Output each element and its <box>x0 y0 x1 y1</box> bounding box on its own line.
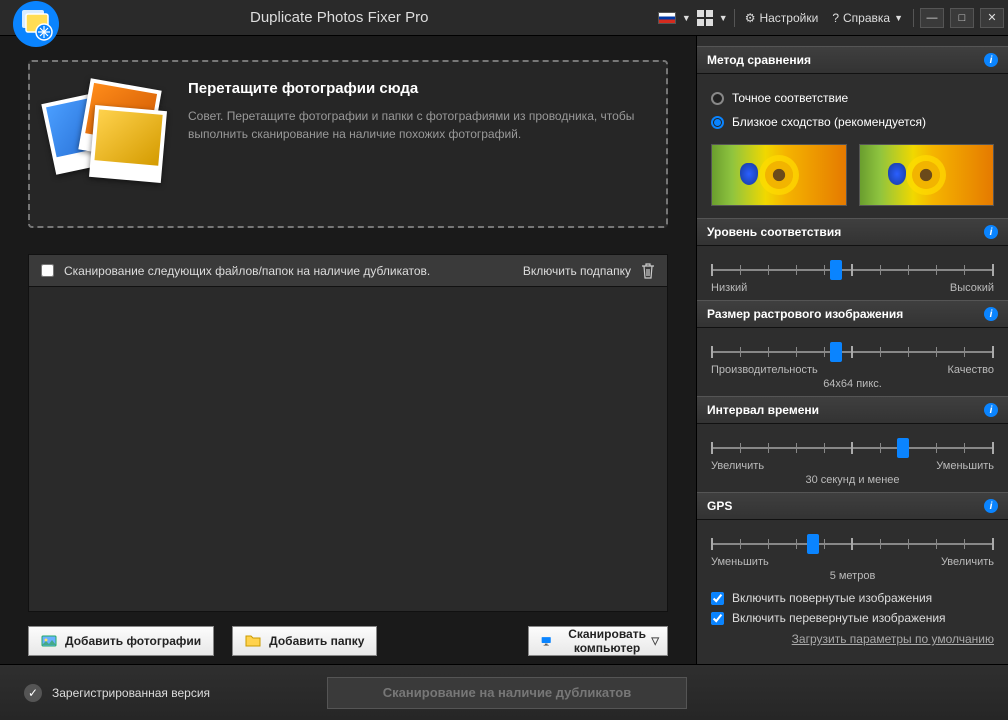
footer: ✓ Зарегистрированная версия Сканирование… <box>0 664 1008 720</box>
match-level-slider[interactable] <box>711 264 994 276</box>
radio-icon <box>711 116 724 129</box>
section-match-level: Уровень соответствия i <box>697 218 1008 246</box>
radio-icon <box>711 92 724 105</box>
preview-image-left <box>711 144 847 206</box>
info-icon[interactable]: i <box>984 53 998 67</box>
dropzone-heading: Перетащите фотографии сюда <box>188 80 648 97</box>
registered-status: ✓ Зарегистрированная версия <box>24 684 210 702</box>
photo-icon <box>41 633 57 649</box>
radio-exact-match[interactable]: Точное соответствие <box>711 86 994 110</box>
info-icon[interactable]: i <box>984 403 998 417</box>
include-subfolder-label: Включить подпапку <box>523 264 631 278</box>
include-rotated-checkbox[interactable] <box>711 592 724 605</box>
info-icon[interactable]: i <box>984 225 998 239</box>
chevron-down-icon: ▽ <box>651 636 659 647</box>
minimize-button[interactable]: — <box>920 8 944 28</box>
load-defaults-link[interactable]: Загрузить параметры по умолчанию <box>697 628 1008 650</box>
section-compare-method: Метод сравнения i <box>697 46 1008 74</box>
add-folder-label: Добавить папку <box>269 634 364 648</box>
scanlist-heading: Сканирование следующих файлов/папок на н… <box>64 264 513 278</box>
add-photos-button[interactable]: Добавить фотографии <box>28 626 214 656</box>
gps-slider[interactable] <box>711 538 994 550</box>
help-icon: ? <box>832 11 839 25</box>
include-flipped-checkbox[interactable] <box>711 612 724 625</box>
trash-icon[interactable] <box>641 263 655 279</box>
time-interval-slider[interactable] <box>711 442 994 454</box>
bitmap-value: 64x64 пикс. <box>711 378 994 390</box>
chevron-down-icon: ▼ <box>894 13 903 23</box>
scan-duplicates-button[interactable]: Сканирование на наличие дубликатов <box>327 677 687 709</box>
language-flag-icon[interactable] <box>658 12 676 24</box>
photos-stack-icon <box>48 80 168 190</box>
scan-computer-label: Сканировать компьютер <box>559 627 655 655</box>
qr-icon[interactable] <box>697 10 713 26</box>
dropzone-hint: Совет. Перетащите фотографии и папки с ф… <box>188 107 648 143</box>
add-photos-label: Добавить фотографии <box>65 634 201 648</box>
settings-button[interactable]: ⚙Настройки <box>741 11 823 25</box>
folder-icon <box>245 633 261 649</box>
scan-list: Сканирование следующих файлов/папок на н… <box>28 254 668 612</box>
dropzone[interactable]: Перетащите фотографии сюда Совет. Перета… <box>28 60 668 228</box>
gear-icon: ⚙ <box>745 11 756 25</box>
settings-sidebar: Метод сравнения i Точное соответствие Бл… <box>696 36 1008 664</box>
include-flipped-row[interactable]: Включить перевернутые изображения <box>697 608 1008 628</box>
monitor-icon <box>541 633 551 649</box>
maximize-button[interactable]: □ <box>950 8 974 28</box>
check-icon: ✓ <box>24 684 42 702</box>
app-title: Duplicate Photos Fixer Pro <box>60 9 658 26</box>
info-icon[interactable]: i <box>984 307 998 321</box>
radio-similar-match[interactable]: Близкое сходство (рекомендуется) <box>711 110 994 134</box>
close-button[interactable]: ✕ <box>980 8 1004 28</box>
chevron-down-icon[interactable]: ▼ <box>719 13 728 23</box>
info-icon[interactable]: i <box>984 499 998 513</box>
app-logo-icon <box>12 0 60 48</box>
scan-computer-button[interactable]: Сканировать компьютер ▽ <box>528 626 668 656</box>
add-folder-button[interactable]: Добавить папку <box>232 626 377 656</box>
section-gps: GPS i <box>697 492 1008 520</box>
section-time-interval: Интервал времени i <box>697 396 1008 424</box>
bitmap-size-slider[interactable] <box>711 346 994 358</box>
time-value: 30 секунд и менее <box>711 474 994 486</box>
gps-value: 5 метров <box>711 570 994 582</box>
include-rotated-row[interactable]: Включить повернутые изображения <box>697 588 1008 608</box>
main-panel: Перетащите фотографии сюда Совет. Перета… <box>0 36 696 664</box>
chevron-down-icon[interactable]: ▼ <box>682 13 691 23</box>
select-all-checkbox[interactable] <box>41 264 54 277</box>
help-button[interactable]: ?Справка▼ <box>828 11 907 25</box>
section-bitmap-size: Размер растрового изображения i <box>697 300 1008 328</box>
preview-image-right <box>859 144 995 206</box>
scanlist-body <box>29 287 667 611</box>
titlebar: Duplicate Photos Fixer Pro ▼ ▼ ⚙Настройк… <box>0 0 1008 36</box>
